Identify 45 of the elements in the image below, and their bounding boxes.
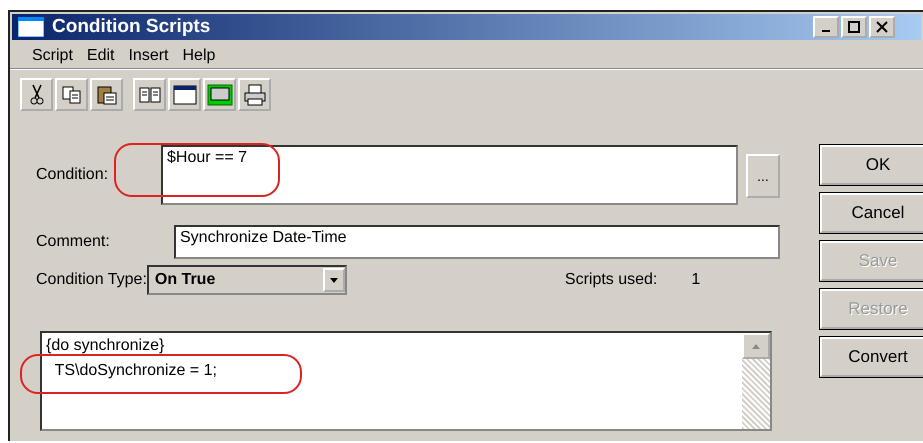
toolbar-button[interactable] [203, 78, 236, 111]
toolbar-button[interactable] [55, 78, 88, 111]
condition-type-dropdown[interactable]: On True [146, 265, 347, 295]
caret-up-icon [752, 344, 760, 348]
dialog-button[interactable]: OK [820, 145, 923, 185]
window-title: Condition Scripts [52, 16, 210, 38]
menu-item[interactable]: Edit [86, 47, 114, 65]
scissors-icon [28, 84, 44, 106]
dialog-button[interactable]: Cancel [820, 193, 923, 233]
menu-item[interactable]: Help [182, 47, 216, 65]
dialog-button[interactable]: Convert [820, 337, 923, 377]
menu-item[interactable]: Insert [128, 47, 168, 65]
menu-item[interactable]: Script [32, 47, 73, 65]
code-line: TS\doSynchronize = 1; [54, 361, 217, 381]
toolbar-button[interactable] [168, 78, 201, 111]
toolbar-button[interactable] [133, 78, 166, 111]
browse-button[interactable]: ... [746, 154, 780, 198]
scroll-up-button[interactable] [742, 333, 770, 359]
toolbar-button[interactable] [238, 78, 271, 111]
copy-icon [60, 84, 82, 104]
script-editor[interactable]: {do synchronize} TS\doSynchronize = 1; [40, 331, 772, 431]
minimize-icon [822, 30, 830, 32]
maximize-icon [848, 21, 860, 33]
toolbar-button[interactable] [90, 78, 123, 111]
window-icon [18, 17, 44, 37]
minimize-button[interactable] [813, 16, 839, 38]
comment-field[interactable]: Synchronize Date-Time [174, 225, 780, 259]
condition-label: Condition: [35, 166, 110, 184]
code-line: {do synchronize} [46, 336, 164, 356]
caret-down-icon [330, 278, 338, 282]
printer-icon [242, 84, 266, 106]
comment-label: Comment: [35, 233, 111, 251]
window-icon [172, 84, 196, 104]
scripts-used-count: 1 [691, 271, 700, 289]
toolbar-button[interactable] [20, 78, 53, 111]
dropdown-button[interactable] [322, 268, 345, 292]
maximize-button[interactable] [841, 16, 867, 38]
condition-type-label: Condition Type: [35, 271, 147, 289]
scripts-used-label: Scripts used: [564, 271, 658, 289]
close-button[interactable] [869, 16, 895, 38]
close-icon [876, 21, 888, 33]
book-icon [138, 86, 160, 104]
condition-field[interactable]: $Hour == 7 [161, 145, 738, 205]
control-icon [206, 84, 232, 106]
clipboard-icon [96, 84, 118, 106]
